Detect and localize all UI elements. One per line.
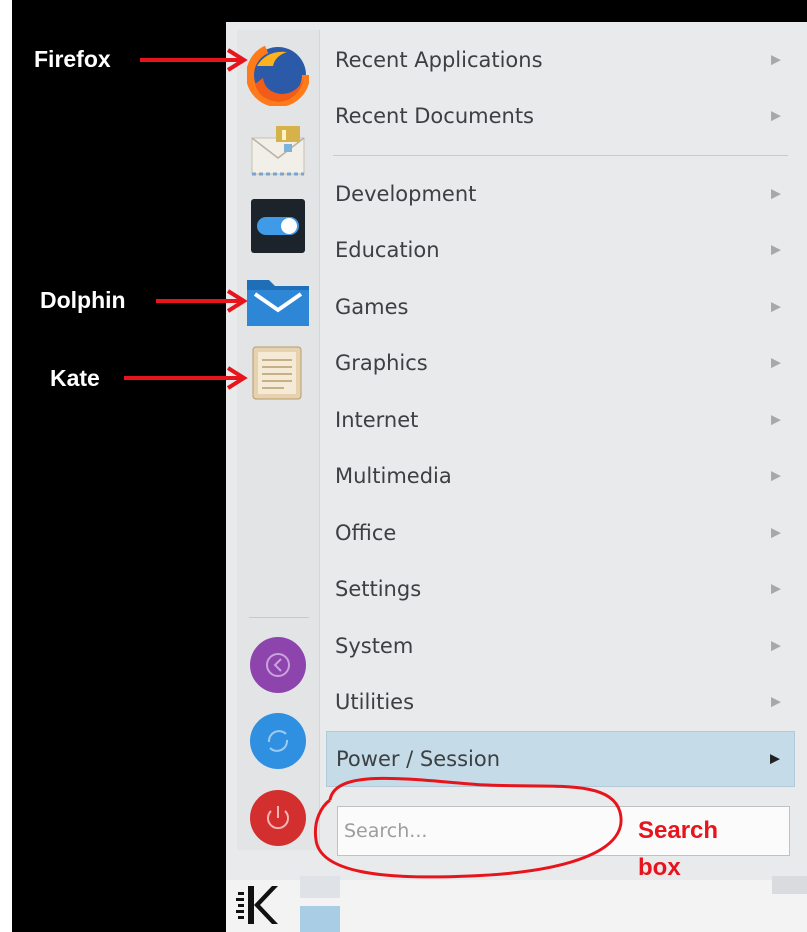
- kde-launcher-icon[interactable]: [234, 880, 284, 930]
- chevron-right-icon: ▶: [771, 581, 781, 597]
- chevron-right-icon: ▶: [771, 108, 781, 124]
- category-separator: [333, 155, 788, 156]
- chevron-right-icon: ▶: [771, 355, 781, 371]
- annotation-dolphin-label: Dolphin: [40, 287, 126, 313]
- category-label: System: [335, 634, 414, 658]
- taskbar-tray: [772, 876, 807, 894]
- chevron-right-icon: ▶: [771, 638, 781, 654]
- chevron-right-icon: ▶: [771, 299, 781, 315]
- dolphin-icon[interactable]: [247, 276, 309, 326]
- category-utilities[interactable]: Utilities ▶: [326, 674, 795, 730]
- category-label: Graphics: [335, 351, 428, 375]
- annotation-search-label-line2: box: [638, 854, 681, 881]
- category-recent-documents[interactable]: Recent Documents ▶: [326, 88, 795, 144]
- chevron-right-icon: ▶: [771, 412, 781, 428]
- category-label: Education: [335, 238, 440, 262]
- taskbar-button[interactable]: [300, 876, 340, 898]
- category-label: Recent Applications: [335, 48, 543, 72]
- category-games[interactable]: Games ▶: [326, 279, 795, 335]
- firefox-icon[interactable]: [247, 44, 309, 106]
- category-label: Games: [335, 295, 409, 319]
- category-label: Office: [335, 521, 397, 545]
- category-multimedia[interactable]: Multimedia ▶: [326, 448, 795, 504]
- chevron-right-icon: ▶: [771, 52, 781, 68]
- category-office[interactable]: Office ▶: [326, 505, 795, 561]
- switch-user-icon[interactable]: [249, 712, 307, 770]
- shutdown-icon[interactable]: [249, 789, 307, 847]
- search-input[interactable]: [337, 806, 790, 856]
- category-label: Utilities: [335, 690, 415, 714]
- category-internet[interactable]: Internet ▶: [326, 392, 795, 448]
- chevron-right-icon: ▶: [771, 242, 781, 258]
- category-development[interactable]: Development ▶: [326, 166, 795, 222]
- category-label: Recent Documents: [335, 104, 534, 128]
- category-settings[interactable]: Settings ▶: [326, 561, 795, 617]
- chevron-right-icon: ▶: [771, 694, 781, 710]
- lock-icon[interactable]: [249, 636, 307, 694]
- taskbar-active-task[interactable]: [300, 906, 340, 932]
- annotation-kate-label: Kate: [50, 365, 100, 391]
- mail-icon[interactable]: [248, 124, 308, 178]
- category-label: Multimedia: [335, 464, 452, 488]
- chevron-right-icon: ▶: [771, 525, 781, 541]
- category-power-session[interactable]: Power / Session ▶: [326, 731, 795, 787]
- category-label: Settings: [335, 577, 422, 601]
- category-graphics[interactable]: Graphics ▶: [326, 335, 795, 391]
- category-recent-applications[interactable]: Recent Applications ▶: [326, 32, 795, 88]
- kate-icon[interactable]: [252, 346, 302, 400]
- chevron-right-icon: ▶: [770, 751, 780, 767]
- category-label: Power / Session: [336, 747, 501, 771]
- annotation-firefox-label: Firefox: [34, 46, 111, 72]
- category-education[interactable]: Education ▶: [326, 222, 795, 278]
- category-system[interactable]: System ▶: [326, 618, 795, 674]
- system-settings-icon[interactable]: [251, 199, 305, 253]
- category-label: Development: [335, 182, 477, 206]
- annotation-search-label-line1: Search: [638, 817, 719, 844]
- chevron-right-icon: ▶: [771, 186, 781, 202]
- chevron-right-icon: ▶: [771, 468, 781, 484]
- category-label: Internet: [335, 408, 419, 432]
- favorites-separator: [249, 617, 309, 618]
